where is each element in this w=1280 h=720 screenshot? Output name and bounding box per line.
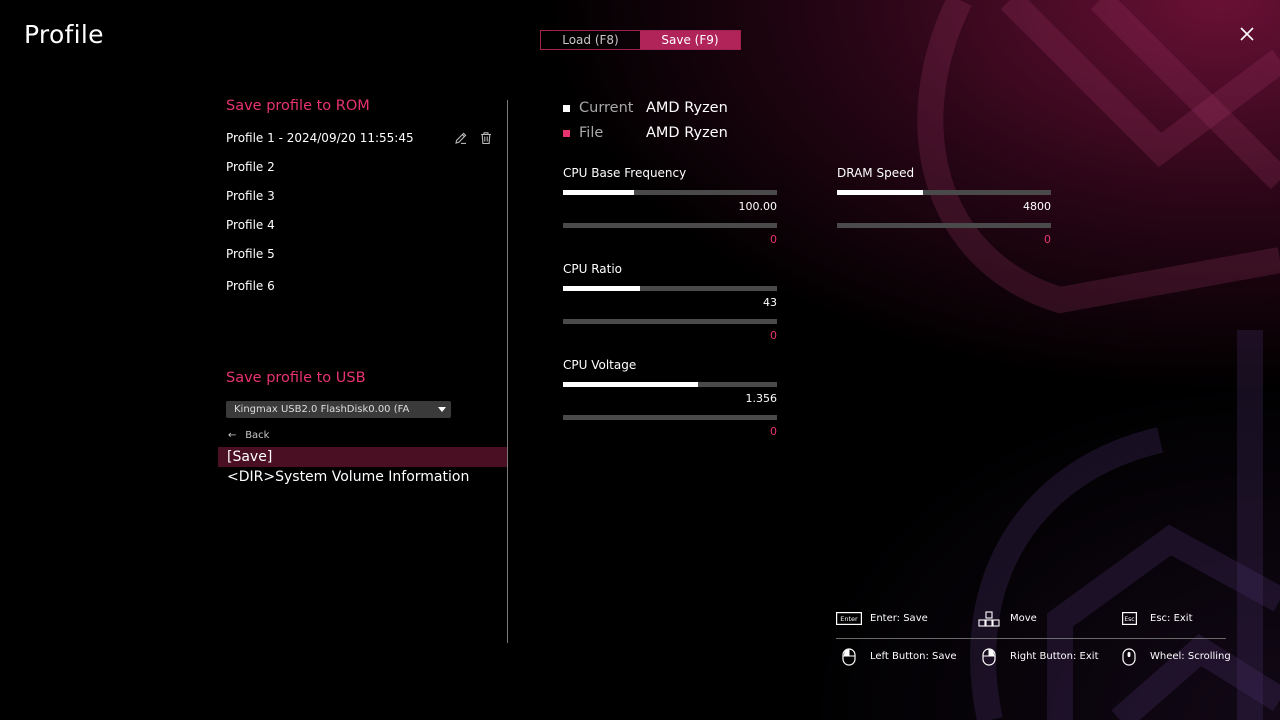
- current-value: 4800: [1023, 200, 1051, 213]
- file-value: 0: [770, 425, 777, 438]
- current-bar: [837, 190, 1051, 195]
- file-value: 0: [1044, 233, 1051, 246]
- rom-profile-1[interactable]: Profile 1 - 2024/09/20 11:55:45: [226, 131, 414, 145]
- usb-device-value: Kingmax USB2.0 FlashDisk0.00 (FA: [234, 404, 410, 415]
- rom-profile-2[interactable]: Profile 2: [226, 160, 275, 174]
- current-legend-swatch: [563, 105, 570, 112]
- usb-file-system-volume[interactable]: <DIR>System Volume Information: [218, 467, 507, 487]
- file-bar: [563, 415, 777, 420]
- help-esc-exit: Esc: Exit: [1150, 613, 1193, 624]
- help-wheel-scrolling: Wheel: Scrolling: [1150, 651, 1231, 662]
- file-bar: [563, 319, 777, 324]
- file-value: 0: [770, 233, 777, 246]
- param-label: CPU Base Frequency: [563, 166, 687, 180]
- tab-save[interactable]: Save (F9): [640, 31, 740, 49]
- current-bar-fill: [563, 382, 698, 387]
- current-bar-fill: [563, 286, 641, 291]
- tab-load[interactable]: Load (F8): [541, 31, 640, 49]
- current-bar: [563, 190, 777, 195]
- file-bar: [837, 223, 1051, 228]
- background-emblem: [917, 0, 1280, 720]
- current-bar-fill: [563, 190, 634, 195]
- back-label: Back: [245, 430, 270, 441]
- current-bar: [563, 382, 777, 387]
- rom-section-title: Save profile to ROM: [226, 98, 370, 114]
- current-value: 1.356: [745, 392, 778, 405]
- help-divider: [836, 638, 1226, 639]
- chevron-down-icon: [438, 407, 446, 412]
- help-right-button-exit: Right Button: Exit: [1010, 651, 1099, 662]
- file-value: 0: [770, 329, 777, 342]
- esc-key-icon: Esc: [1122, 612, 1137, 625]
- current-value: 43: [763, 296, 777, 309]
- param-label: DRAM Speed: [837, 166, 915, 180]
- mouse-wheel-icon: [1122, 648, 1136, 666]
- vertical-divider: [507, 100, 508, 643]
- current-value: 100.00: [738, 200, 778, 213]
- current-bar: [563, 286, 777, 291]
- close-icon[interactable]: [1237, 24, 1257, 44]
- file-legend-label: File: [579, 125, 604, 141]
- file-legend-value: AMD Ryzen: [646, 125, 728, 141]
- back-button[interactable]: ← Back: [228, 430, 269, 441]
- help-enter-save: Enter: Save: [870, 613, 928, 624]
- rom-profile-5[interactable]: Profile 5: [226, 247, 275, 261]
- mouse-right-button-icon: [982, 648, 996, 666]
- enter-key-icon: Enter: [836, 612, 862, 625]
- rom-profile-3[interactable]: Profile 3: [226, 189, 275, 203]
- usb-device-select[interactable]: Kingmax USB2.0 FlashDisk0.00 (FA: [226, 401, 451, 418]
- edit-icon[interactable]: [454, 131, 468, 145]
- mouse-left-button-icon: [842, 648, 856, 666]
- param-label: CPU Voltage: [563, 358, 637, 372]
- current-legend-label: Current: [579, 100, 634, 116]
- arrow-left-icon: ←: [228, 430, 237, 441]
- page-title: Profile: [24, 20, 104, 49]
- background: [0, 0, 1280, 720]
- trash-icon[interactable]: [479, 131, 493, 145]
- profile-tabs: Load (F8) Save (F9): [540, 30, 741, 50]
- usb-file-save[interactable]: [Save]: [218, 447, 507, 467]
- file-legend-swatch: [563, 130, 570, 137]
- enter-key-text: Enter: [840, 615, 858, 623]
- file-bar: [563, 223, 777, 228]
- rom-profile-4[interactable]: Profile 4: [226, 218, 275, 232]
- rom-profile-6[interactable]: Profile 6: [226, 279, 275, 293]
- usb-section-title: Save profile to USB: [226, 370, 366, 386]
- current-legend-value: AMD Ryzen: [646, 100, 728, 116]
- help-move: Move: [1010, 613, 1037, 624]
- param-label: CPU Ratio: [563, 262, 623, 276]
- arrow-keys-icon: [978, 611, 1000, 627]
- esc-key-text: Esc: [1124, 616, 1134, 623]
- help-left-button-save: Left Button: Save: [870, 651, 957, 662]
- current-bar-fill: [837, 190, 923, 195]
